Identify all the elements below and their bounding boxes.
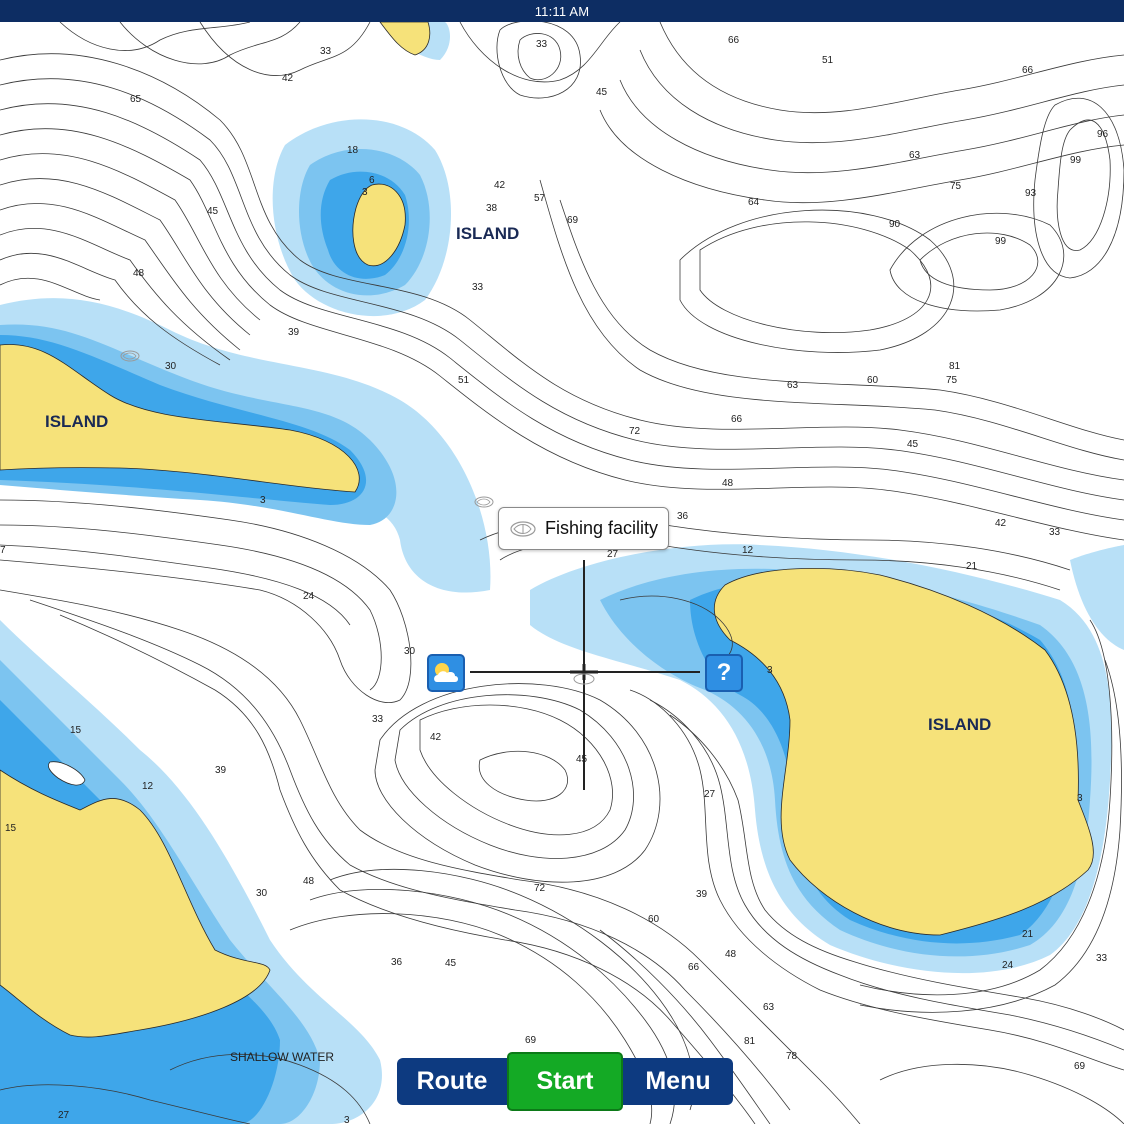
fish-icon (510, 520, 536, 537)
depth-label: 45 (207, 206, 219, 217)
depth-label: 42 (282, 73, 294, 84)
depth-label: 3 (362, 187, 368, 198)
depth-label: 45 (907, 439, 919, 450)
island-label: ISLAND (928, 715, 991, 734)
depth-label: 27 (58, 1110, 70, 1121)
depth-label: 33 (1049, 527, 1061, 538)
status-time: 11:11 AM (534, 3, 590, 19)
depth-label: 75 (946, 375, 958, 386)
depth-label: 39 (288, 327, 300, 338)
depth-label: 63 (909, 150, 921, 161)
depth-label: 60 (648, 914, 660, 925)
depth-label: 30 (404, 646, 416, 657)
depth-label: 15 (70, 725, 82, 736)
depth-label: 66 (731, 414, 743, 425)
depth-label: 65 (130, 94, 142, 105)
depth-label: 45 (445, 958, 457, 969)
depth-label: 63 (763, 1002, 775, 1013)
depth-label: 30 (165, 361, 177, 372)
weather-partly-cloudy-icon (434, 663, 458, 682)
map-canvas[interactable]: 33 42 65 33 66 51 66 45 18 6 3 42 38 57 … (0, 0, 1124, 1124)
depth-label: 51 (822, 55, 834, 66)
depth-label: 33 (372, 714, 384, 725)
depth-label: 48 (725, 949, 737, 960)
depth-label: 33 (472, 282, 484, 293)
start-button[interactable]: Start (507, 1052, 623, 1111)
depth-label: 99 (1070, 155, 1082, 166)
depth-label: 66 (728, 35, 740, 46)
depth-label: 30 (256, 888, 268, 899)
depth-label: 42 (430, 732, 442, 743)
depth-label: 93 (1025, 188, 1037, 199)
depth-label: 3 (344, 1115, 350, 1124)
poi-tooltip[interactable]: Fishing facility (498, 507, 669, 550)
weather-button[interactable] (427, 654, 465, 692)
depth-label: 48 (303, 876, 315, 887)
depth-label: 15 (5, 823, 17, 834)
depth-label: 60 (867, 375, 879, 386)
island-label: ISLAND (456, 224, 519, 243)
depth-label: 24 (1002, 960, 1014, 971)
depth-label: 3 (767, 665, 773, 676)
depth-label: 96 (1097, 129, 1109, 140)
help-button[interactable]: ? (705, 654, 743, 692)
depth-label: 42 (995, 518, 1007, 529)
depth-label: 27 (607, 549, 619, 560)
poi-tooltip-label: Fishing facility (545, 518, 659, 538)
depth-label: 51 (458, 375, 470, 386)
depth-label: 33 (1096, 953, 1108, 964)
shallow-water-label: SHALLOW WATER (230, 1050, 334, 1064)
depth-label: 90 (889, 219, 901, 230)
depth-label: 45 (576, 754, 588, 765)
depth-label: 99 (995, 236, 1007, 247)
depth-label: 27 (704, 789, 716, 800)
depth-label: 12 (142, 781, 154, 792)
bottom-nav-bar: Route Start Menu (397, 1052, 733, 1111)
menu-button[interactable]: Menu (623, 1058, 733, 1105)
depth-label: 6 (369, 175, 375, 186)
depth-label: 3 (1077, 793, 1083, 804)
depth-label: 33 (320, 46, 332, 57)
depth-label: 36 (677, 511, 689, 522)
depth-label: 39 (696, 889, 708, 900)
depth-label: 75 (950, 181, 962, 192)
depth-label: 24 (303, 591, 315, 602)
depth-label: 69 (567, 215, 579, 226)
depth-label: 64 (748, 197, 760, 208)
depth-label: 12 (742, 545, 754, 556)
depth-label: 36 (391, 957, 403, 968)
route-button[interactable]: Route (397, 1058, 507, 1105)
depth-label: 72 (534, 883, 546, 894)
depth-label: 42 (494, 180, 506, 191)
depth-label: 38 (486, 203, 498, 214)
status-bar: 11:11 AM (0, 0, 1124, 22)
depth-label: 7 (0, 545, 6, 556)
depth-label: 33 (536, 39, 548, 50)
depth-label: 57 (534, 193, 546, 204)
help-icon: ? (716, 659, 732, 686)
depth-label: 66 (688, 962, 700, 973)
depth-label: 69 (525, 1035, 537, 1046)
depth-label: 69 (1074, 1061, 1086, 1072)
depth-label: 18 (347, 145, 359, 156)
depth-label: 39 (215, 765, 227, 776)
depth-label: 81 (744, 1036, 756, 1047)
depth-label: 81 (949, 361, 961, 372)
island-label: ISLAND (45, 412, 108, 431)
depth-label: 3 (260, 495, 266, 506)
depth-label: 63 (787, 380, 799, 391)
depth-label: 72 (629, 426, 641, 437)
depth-label: 78 (786, 1051, 798, 1062)
depth-label: 66 (1022, 65, 1034, 76)
depth-label: 48 (722, 478, 734, 489)
depth-label: 45 (596, 87, 608, 98)
depth-label: 21 (966, 561, 978, 572)
depth-label: 48 (133, 268, 145, 279)
depth-label: 21 (1022, 929, 1034, 940)
